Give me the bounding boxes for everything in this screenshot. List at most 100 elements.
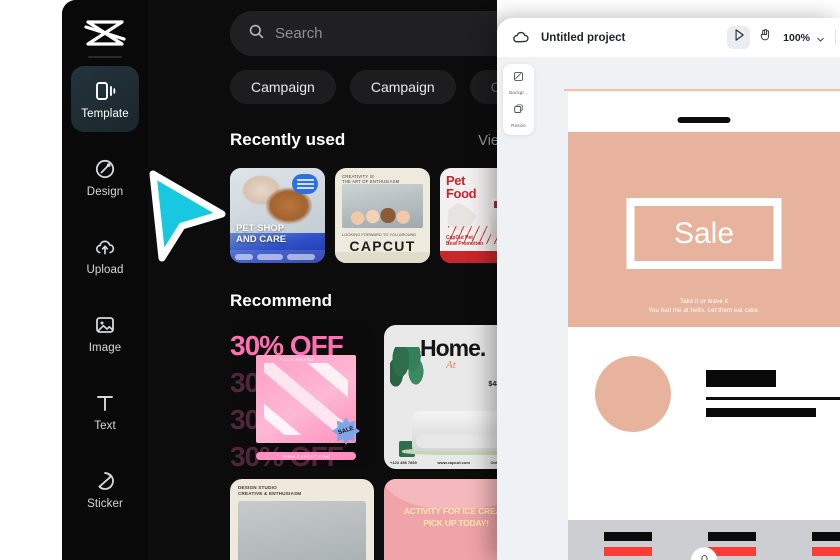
recently-used-header: Recently used View all: [230, 130, 497, 150]
capcut-logo-icon[interactable]: [83, 16, 127, 50]
hero-subtitle[interactable]: Take it or leave it You had me at hello.…: [568, 298, 840, 315]
card-caption: DESIGN STUDIO CREATIVE & ENTHUSIASM: [238, 485, 302, 496]
sofa-graphic: [412, 411, 497, 451]
sale-text: Sale: [673, 216, 735, 250]
speech-bubble-icon: [292, 174, 318, 194]
sidebar-item-sticker[interactable]: Sticker: [71, 456, 139, 522]
template-card-pet-food[interactable]: Pet Food 40% OFF CapCut PetBest Promotio…: [440, 168, 497, 263]
recently-used-row: PET SHOP AND CARE CREATIVITY IS THE ART O…: [230, 168, 497, 263]
sticker-icon: [93, 469, 117, 493]
hand-icon: [758, 28, 772, 47]
recommend-row-1: 30% OFF 30% OFF30% OFF30% OFF YOUR BRAND…: [230, 325, 497, 469]
editor-tool-group: 100%: [727, 18, 840, 57]
sidebar-item-upload[interactable]: Upload: [71, 222, 139, 288]
toolbar-divider: [835, 30, 836, 45]
card-headline: ACTIVITY FOR ICE CREAM PICK UP TODAY!: [403, 506, 497, 528]
tool-label: Backgr...: [509, 90, 528, 95]
template-browser: Campaign Campaign Campaign Recently used…: [148, 0, 497, 560]
filter-pill-campaign-3[interactable]: Campaign: [469, 70, 497, 104]
card-url: WWW.CAPCUT.COM: [256, 452, 356, 460]
template-card-pet-shop[interactable]: PET SHOP AND CARE: [230, 168, 325, 263]
avatar-circle-shape[interactable]: [595, 356, 671, 432]
card-caption: CapCut Pet Best Promotion: [446, 235, 484, 247]
view-all-link[interactable]: View all: [478, 133, 497, 149]
card-caption-bottom: LOOKING FORWARD TO YOU AROUND: [342, 232, 417, 237]
text-placeholder-block-1[interactable]: [706, 370, 776, 387]
section-title: Recently used: [230, 130, 346, 149]
design-canvas[interactable]: Sale Take it or leave it You had me at h…: [568, 92, 840, 560]
sale-frame[interactable]: Sale: [626, 198, 782, 269]
recommend-row-2: DESIGN STUDIO CREATIVE & ENTHUSIASM ACTIV…: [230, 479, 497, 560]
template-card-home[interactable]: Home. At $485 +123 456 7890 www.capcut.c…: [384, 325, 497, 469]
filter-pill-campaign-1[interactable]: Campaign: [230, 70, 336, 104]
sidebar-item-label: Sticker: [87, 497, 123, 510]
card-footer-bar: [230, 250, 325, 263]
card-photo: [342, 184, 423, 228]
search-input[interactable]: [275, 25, 497, 42]
hero-block[interactable]: Sale Take it or leave it You had me at h…: [568, 132, 840, 327]
capcut-app-panel: Template Design Upload Image Text Sticke…: [62, 0, 497, 560]
template-card-design-studio[interactable]: DESIGN STUDIO CREATIVE & ENTHUSIASM: [230, 479, 374, 560]
project-title[interactable]: Untitled project: [541, 32, 625, 44]
card-footer: +123 456 7890 www.capcut.com Online shop…: [390, 460, 497, 465]
background-tool-button[interactable]: Backgr...: [509, 70, 528, 95]
magnet-icon: [698, 552, 710, 560]
image-icon: [93, 313, 117, 337]
text-placeholder-block-2[interactable]: [706, 408, 816, 417]
card-footer-bar: [440, 251, 497, 263]
text-icon: [93, 391, 117, 415]
brand-label: YOUR BRAND: [280, 358, 314, 362]
sidebar-item-label: Design: [86, 185, 124, 198]
editor-toolbar: Untitled project 100%: [497, 18, 840, 57]
card-headline: Home.: [420, 335, 486, 361]
sidebar-item-label: Image: [88, 341, 122, 354]
sidebar-item-text[interactable]: Text: [71, 378, 139, 444]
chevron-down-icon[interactable]: [815, 32, 826, 43]
sidebar-item-template[interactable]: Template: [71, 66, 139, 132]
card-price: $485: [488, 381, 497, 388]
tool-label: Resize: [511, 123, 526, 128]
sidebar-item-label: Text: [94, 419, 116, 432]
template-icon: [93, 79, 117, 103]
canvas-side-tools: Backgr... Resize: [503, 64, 534, 135]
search-box[interactable]: [230, 11, 497, 56]
upload-cloud-icon: [93, 235, 117, 259]
cloud-icon: [511, 28, 530, 47]
design-pen-icon: [93, 157, 117, 181]
search-icon: [248, 23, 265, 45]
cursor-arrow-icon: [732, 28, 746, 47]
filter-pill-row: Campaign Campaign Campaign: [230, 70, 497, 104]
sidebar-item-design[interactable]: Design: [71, 144, 139, 210]
band-column-3[interactable]: [812, 532, 840, 556]
hand-tool-button[interactable]: [753, 26, 776, 49]
sidebar-item-label: Template: [81, 107, 129, 120]
background-icon: [512, 70, 525, 88]
resize-tool-button[interactable]: Resize: [511, 103, 526, 128]
rail-divider: [88, 56, 122, 58]
screen: Template Design Upload Image Text Sticke…: [0, 0, 840, 560]
recommend-header: Recommend: [230, 291, 497, 311]
canvas-accent-line: [564, 89, 840, 91]
card-photo: [238, 501, 366, 560]
sidebar-item-image[interactable]: Image: [71, 300, 139, 366]
editor-panel: Untitled project 100% Backgr... Resize S…: [497, 18, 840, 560]
template-card-30-off[interactable]: 30% OFF 30% OFF30% OFF30% OFF YOUR BRAND…: [230, 325, 374, 469]
filter-pill-campaign-2[interactable]: Campaign: [349, 70, 456, 104]
template-card-capcut[interactable]: CREATIVITY IS THE ART OF ENTHUSIASM LOOKI…: [335, 168, 430, 263]
card-script-text: At: [446, 359, 456, 371]
zoom-level[interactable]: 100%: [783, 32, 810, 44]
card-footer-strip: [335, 252, 430, 263]
sidebar-item-label: Upload: [86, 263, 124, 276]
top-handle-bar[interactable]: [677, 117, 731, 123]
section-title: Recommend: [230, 291, 333, 310]
search-bar: [230, 11, 497, 56]
band-column-1[interactable]: [604, 532, 652, 556]
card-title: Pet Food: [446, 173, 477, 201]
card-caption-top: CREATIVITY IS THE ART OF ENTHUSIASM: [342, 174, 400, 184]
horizontal-rule[interactable]: [706, 397, 840, 400]
select-tool-button[interactable]: [727, 26, 751, 49]
template-card-ice-cream[interactable]: ACTIVITY FOR ICE CREAM PICK UP TODAY!: [384, 479, 497, 560]
card-title: PET SHOP AND CARE: [236, 223, 287, 245]
left-nav-rail: Template Design Upload Image Text Sticke…: [62, 0, 148, 560]
resize-icon: [512, 103, 525, 121]
